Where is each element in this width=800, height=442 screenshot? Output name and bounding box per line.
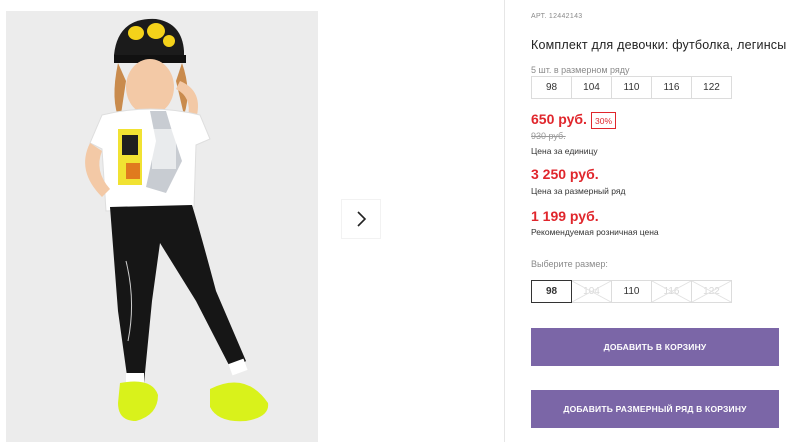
size-option-104: 104 <box>571 280 612 303</box>
add-pack-to-cart-button[interactable]: Добавить размерный ряд в корзину <box>531 390 779 428</box>
pack-size-cell: 116 <box>651 76 692 99</box>
pack-size-cell: 104 <box>571 76 612 99</box>
rrp-price-caption: Рекомендуемая розничная цена <box>531 227 659 237</box>
size-option-98[interactable]: 98 <box>531 280 572 303</box>
unavailable-cross-icon <box>652 281 691 302</box>
unit-price-caption: Цена за единицу <box>531 146 598 156</box>
add-to-cart-button[interactable]: Добавить в корзину <box>531 328 779 366</box>
product-info: АРТ. 12442143 Комплект для девочки: футб… <box>531 0 800 442</box>
pack-size-cell: 110 <box>611 76 652 99</box>
rrp-price: 1 199 руб. <box>531 208 599 224</box>
pack-size-cell: 122 <box>691 76 732 99</box>
discount-badge: 30% <box>591 112 616 129</box>
choose-size-label: Выберите размер: <box>531 259 608 269</box>
pack-price: 3 250 руб. <box>531 166 599 182</box>
unavailable-cross-icon <box>692 281 731 302</box>
pack-price-caption: Цена за размерный ряд <box>531 186 626 196</box>
size-option-122: 122 <box>691 280 732 303</box>
product-sku: АРТ. 12442143 <box>531 13 583 20</box>
product-photo[interactable] <box>6 11 318 442</box>
product-photo-illustration <box>6 11 318 442</box>
old-price: 930 руб. <box>531 131 566 141</box>
size-option-label: 110 <box>623 286 640 297</box>
size-selector: 98 104 110 116 122 <box>531 280 732 303</box>
size-option-110[interactable]: 110 <box>611 280 652 303</box>
gallery-next-button[interactable] <box>342 200 380 238</box>
product-title: Комплект для девочки: футболка, легинсы <box>531 38 787 52</box>
unit-price: 650 руб. <box>531 111 587 127</box>
unavailable-cross-icon <box>572 281 611 302</box>
chevron-right-icon <box>357 211 367 227</box>
pack-label: 5 шт. в размерном ряду <box>531 65 630 75</box>
pack-sizes-row: 98 104 110 116 122 <box>531 76 732 99</box>
column-divider <box>504 0 505 442</box>
size-option-label: 98 <box>545 286 558 297</box>
size-option-116: 116 <box>651 280 692 303</box>
pack-size-cell: 98 <box>531 76 572 99</box>
product-gallery <box>0 0 505 442</box>
